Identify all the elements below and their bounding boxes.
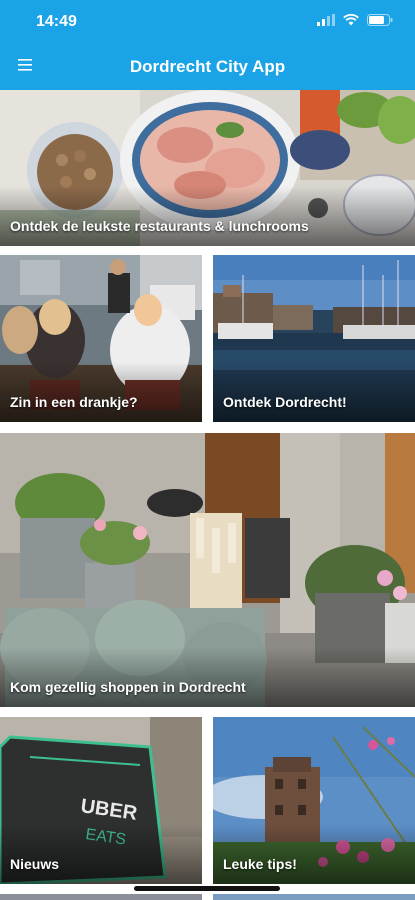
app-bar: Dordrecht City App: [0, 44, 415, 90]
tile-caption: Kom gezellig shoppen in Dordrecht: [10, 679, 246, 695]
tile-shade: [213, 824, 415, 884]
tile-drinks[interactable]: Zin in een drankje?: [0, 255, 202, 422]
status-time: 14:49: [36, 13, 77, 30]
tile-shade: [0, 824, 202, 884]
tile-shade: [0, 362, 202, 422]
tile-partial-left[interactable]: [0, 894, 202, 900]
tile-caption: Ontdek Dordrecht!: [223, 394, 347, 410]
tile-restaurants[interactable]: Ontdek de leukste restaurants & lunchroo…: [0, 90, 415, 246]
tile-caption: Zin in een drankje?: [10, 394, 138, 410]
tile-discover[interactable]: Ontdek Dordrecht!: [213, 255, 415, 422]
tile-shade: [0, 186, 415, 246]
status-icons: [317, 14, 393, 26]
tile-news[interactable]: UBER EATS Nieuws: [0, 717, 202, 884]
home-indicator: [134, 886, 280, 891]
tile-caption: Ontdek de leukste restaurants & lunchroo…: [10, 218, 309, 234]
tile-caption: Nieuws: [10, 856, 60, 872]
app-title: Dordrecht City App: [129, 57, 286, 76]
tile-shopping[interactable]: Kom gezellig shoppen in Dordrecht: [0, 433, 415, 707]
tile-partial-right[interactable]: [213, 894, 415, 900]
signal-icon: [317, 14, 335, 26]
wifi-icon: [343, 14, 359, 26]
tile-shade: [0, 647, 415, 707]
tile-tips[interactable]: Leuke tips!: [213, 717, 415, 884]
tile-shade: [213, 362, 415, 422]
tile-caption: Leuke tips!: [223, 856, 297, 872]
status-bar: 14:49: [0, 0, 415, 44]
battery-icon: [367, 14, 393, 26]
